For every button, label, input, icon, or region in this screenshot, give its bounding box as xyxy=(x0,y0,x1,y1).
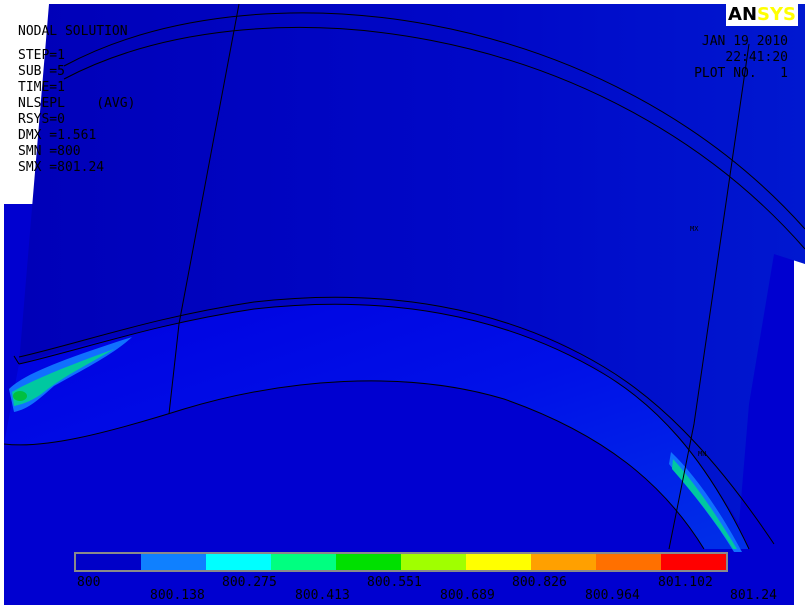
legend-label-top-4: 801.102 xyxy=(658,575,713,590)
info-line-rsys: RSYS=0 xyxy=(18,112,65,127)
info-line-step: STEP=1 xyxy=(18,48,65,63)
info-line-smx: SMX =801.24 xyxy=(18,160,105,175)
legend-label-top-3: 800.826 xyxy=(512,575,567,590)
plot-time: 22:41:20 xyxy=(725,50,788,65)
info-line-time: TIME=1 xyxy=(18,80,65,95)
logo-part-sys: SYS xyxy=(757,4,796,25)
ansys-logo: ANSYS xyxy=(726,4,798,26)
contour-legend-bar xyxy=(74,552,728,572)
plot-viewport: MX MN xyxy=(4,4,805,605)
legend-color-cell xyxy=(661,554,726,570)
legend-color-cell xyxy=(596,554,661,570)
legend-color-cell xyxy=(206,554,271,570)
legend-label-top-1: 800.275 xyxy=(222,575,277,590)
plot-number: PLOT NO. 1 xyxy=(694,66,788,81)
stress-spot-left-core xyxy=(13,391,27,401)
legend-color-cell xyxy=(336,554,401,570)
info-line-smn: SMN =800 xyxy=(18,144,81,159)
legend-label-bottom-4: 801.24 xyxy=(730,588,777,603)
legend-label-bottom-0: 800.138 xyxy=(150,588,205,603)
plot-date: JAN 19 2010 xyxy=(701,34,788,49)
mx-marker: MX xyxy=(690,225,699,233)
info-line-result: NLSEPL (AVG) xyxy=(18,96,136,111)
legend-label-bottom-3: 800.964 xyxy=(585,588,640,603)
logo-part-an: AN xyxy=(728,4,758,25)
info-line-dmx: DMX =1.561 xyxy=(18,128,97,143)
legend-color-cell xyxy=(531,554,596,570)
legend-label-bottom-2: 800.689 xyxy=(440,588,495,603)
legend-label-top-0: 800 xyxy=(77,575,101,590)
legend-color-cell xyxy=(271,554,336,570)
legend-color-cell xyxy=(401,554,466,570)
mn-marker: MN xyxy=(698,450,707,458)
legend-label-bottom-1: 800.413 xyxy=(295,588,350,603)
legend-color-cell xyxy=(466,554,531,570)
info-line-sub: SUB =5 xyxy=(18,64,65,79)
legend-color-cell xyxy=(76,554,141,570)
legend-label-top-2: 800.551 xyxy=(367,575,422,590)
legend-color-cell xyxy=(141,554,206,570)
info-line-title: NODAL SOLUTION xyxy=(18,24,128,39)
model-render xyxy=(4,4,805,605)
